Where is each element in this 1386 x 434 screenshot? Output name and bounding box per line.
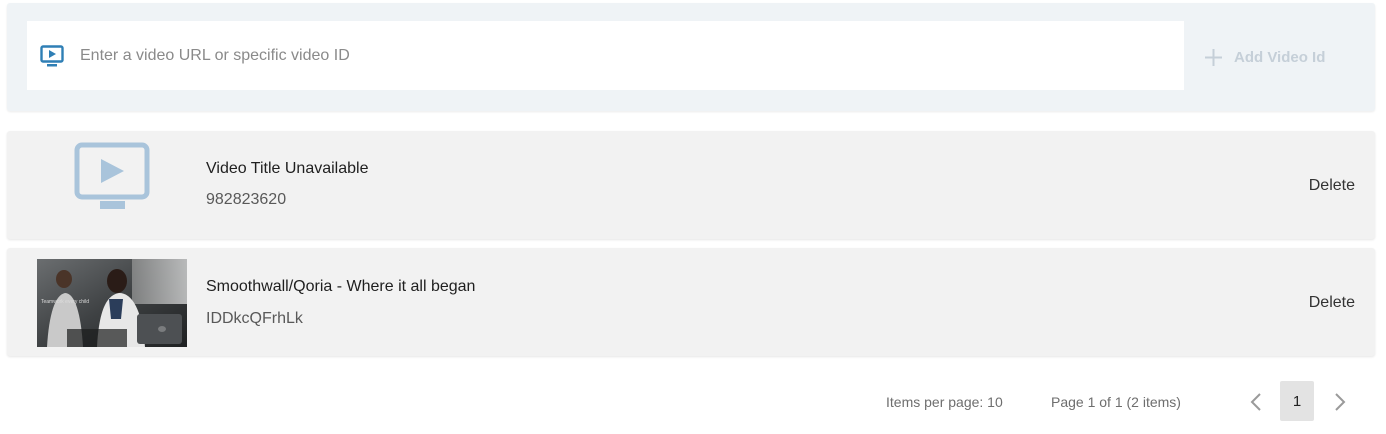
page-button-current[interactable]: 1 — [1280, 381, 1314, 421]
add-video-id-label: Add Video Id — [1234, 48, 1326, 66]
video-placeholder-icon — [37, 141, 187, 229]
video-url-input-box[interactable] — [27, 21, 1184, 90]
video-thumbnail[interactable]: Teamwork every child — [37, 259, 187, 347]
video-row: Teamwork every child Smoothwall/Qoria - … — [7, 248, 1375, 356]
page-info: Page 1 of 1 (2 items) — [1051, 394, 1181, 410]
video-icon — [40, 44, 64, 67]
video-title: Video Title Unavailable — [206, 160, 369, 177]
video-list-page: Add Video Id Video Title Unavailable 982… — [0, 0, 1386, 434]
delete-button[interactable]: Delete — [1309, 177, 1355, 195]
video-url-input[interactable] — [80, 46, 1184, 65]
thumbnail-caption: Teamwork every child — [41, 299, 90, 305]
items-per-page[interactable]: Items per page: 10 — [886, 394, 1003, 410]
add-video-id-button[interactable]: Add Video Id — [1204, 45, 1325, 69]
video-id: 982823620 — [206, 191, 287, 208]
chevron-left-icon[interactable] — [1249, 392, 1263, 412]
video-title: Smoothwall/Qoria - Where it all began — [206, 278, 476, 295]
video-id: IDDkcQFrhLk — [206, 310, 303, 327]
delete-button[interactable]: Delete — [1309, 294, 1355, 312]
chevron-right-icon[interactable] — [1333, 392, 1347, 412]
plus-icon — [1204, 48, 1223, 67]
video-row: Video Title Unavailable 982823620 Delete — [7, 131, 1375, 239]
add-video-bar: Add Video Id — [7, 3, 1375, 111]
